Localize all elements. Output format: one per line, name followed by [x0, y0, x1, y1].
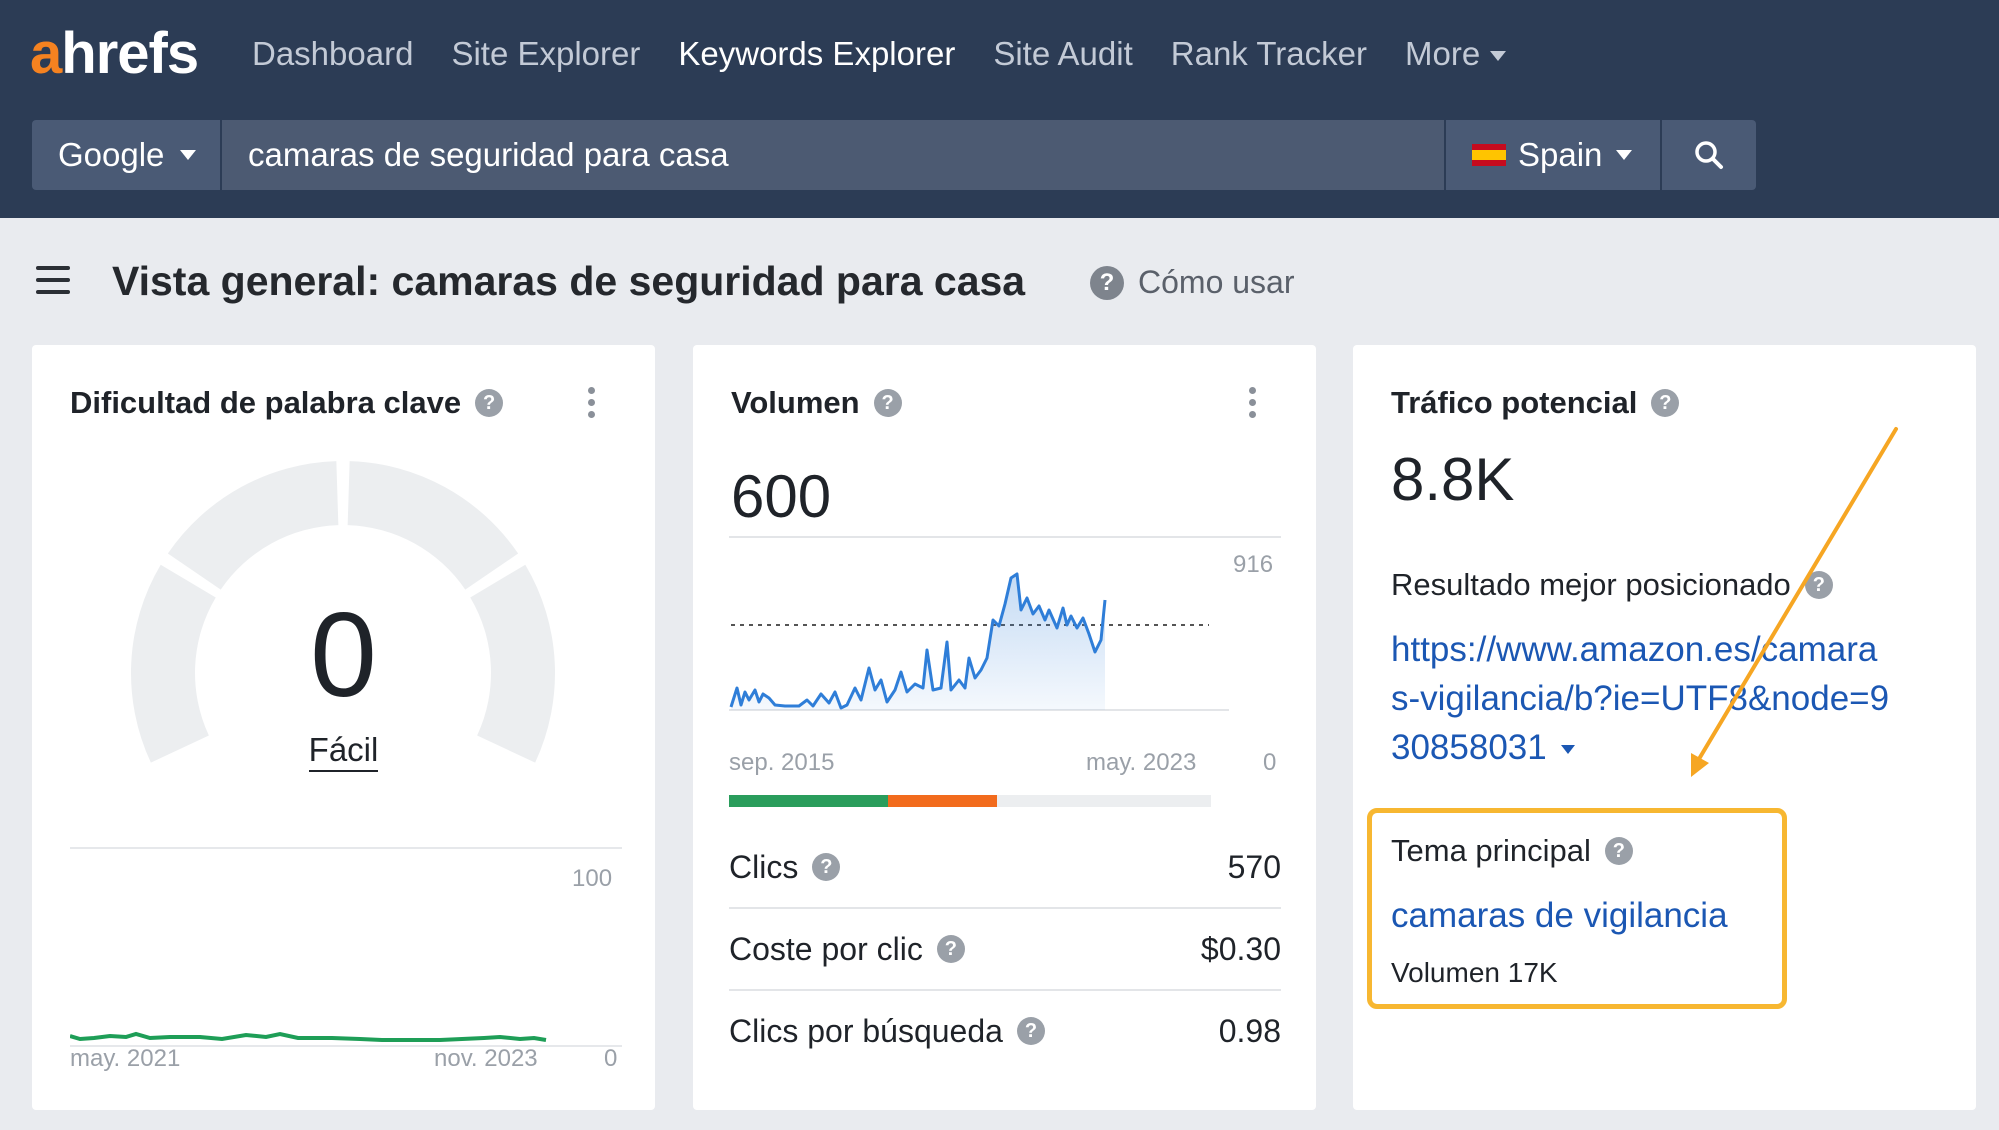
menu-icon[interactable]	[36, 266, 70, 294]
split-bar-segment	[888, 795, 997, 807]
cpc-label: Coste por clic	[729, 930, 923, 967]
volume-chart-x-start: sep. 2015	[729, 749, 835, 776]
kd-chart-ymax: 100	[572, 865, 613, 892]
volume-chart-top-line	[729, 536, 1281, 538]
clicks-per-search-value: 0.98	[1218, 1012, 1281, 1049]
volume-card: Volumen ? 600 916 sep. 2015 may. 2023 0 …	[693, 345, 1316, 1110]
nav-rank-tracker[interactable]: Rank Tracker	[1171, 30, 1367, 78]
kd-rating-label: Fácil	[32, 731, 655, 772]
volume-area	[731, 574, 1105, 710]
kd-chart-x-start: may. 2021	[70, 1045, 181, 1072]
keyword-difficulty-card: Dificultad de palabra clave ? 0 Fácil 10…	[32, 345, 655, 1110]
help-icon[interactable]: ?	[812, 853, 841, 881]
volume-chart-x-end: may. 2023	[1086, 749, 1197, 776]
logo-wordmark: hrefs	[61, 21, 199, 86]
gauge-segment	[167, 461, 339, 590]
nav-dashboard[interactable]: Dashboard	[252, 30, 413, 78]
country-select[interactable]: Spain	[1446, 120, 1660, 190]
keyword-input[interactable]: camaras de seguridad para casa	[222, 120, 1444, 190]
kd-chart-x-end: nov. 2023	[434, 1045, 538, 1072]
clicks-per-search-label: Clics por búsqueda	[729, 1012, 1003, 1049]
split-bar-segment	[729, 795, 889, 807]
search-engine-select[interactable]: Google	[32, 120, 220, 190]
more-options-icon[interactable]	[1249, 387, 1257, 423]
clicks-split-bar	[729, 795, 1211, 807]
ahrefs-logo[interactable]: ahrefs	[30, 18, 199, 90]
nav-keywords-explorer[interactable]: Keywords Explorer	[678, 30, 955, 78]
clicks-label: Clics	[729, 848, 799, 885]
kd-chart-ymin: 0	[604, 1045, 618, 1072]
kd-history-line	[70, 1031, 547, 1042]
spain-flag-icon	[1472, 144, 1506, 166]
clicks-row: Clics? 570	[729, 826, 1281, 908]
main-nav: Dashboard Site Explorer Keywords Explore…	[252, 30, 1507, 78]
cpc-value: $0.30	[1200, 930, 1281, 967]
help-icon[interactable]: ?	[936, 935, 965, 963]
volume-chart-ymin: 0	[1263, 749, 1277, 776]
logo-accent-letter: a	[30, 21, 62, 86]
nav-site-audit[interactable]: Site Audit	[993, 30, 1132, 78]
nav-site-explorer[interactable]: Site Explorer	[451, 30, 640, 78]
chevron-down-icon	[180, 150, 197, 160]
kd-rating-text: Fácil	[308, 731, 379, 772]
top-navigation-bar: ahrefs Dashboard Site Explorer Keywords …	[0, 0, 1999, 218]
kd-chart-top-line	[70, 847, 622, 849]
volume-title-text: Volumen	[731, 385, 860, 420]
help-icon[interactable]: ?	[873, 389, 902, 417]
how-to-link[interactable]: ? Cómo usar	[1090, 264, 1295, 301]
help-icon: ?	[1090, 265, 1124, 300]
volume-chart-ymax: 916	[1233, 551, 1274, 578]
chevron-down-icon	[1616, 150, 1633, 160]
annotation-arrow	[1691, 427, 1898, 777]
search-button[interactable]	[1662, 120, 1756, 190]
volume-card-title: Volumen ?	[731, 385, 902, 421]
country-label: Spain	[1518, 136, 1603, 173]
traffic-potential-card: Tráfico potencial ? 8.8K Resultado mejor…	[1353, 345, 1976, 1110]
how-to-label: Cómo usar	[1138, 264, 1295, 300]
keyword-search-bar: Google camaras de seguridad para casa Sp…	[32, 120, 1756, 190]
chevron-down-icon	[1490, 51, 1507, 62]
search-icon	[1695, 141, 1723, 169]
clicks-per-search-row: Clics por búsqueda? 0.98	[729, 990, 1281, 1072]
cpc-row: Coste por clic? $0.30	[729, 908, 1281, 990]
search-engine-label: Google	[58, 136, 165, 173]
kd-score: 0	[310, 588, 377, 722]
help-icon[interactable]: ?	[1016, 1017, 1045, 1045]
nav-more[interactable]: More	[1405, 30, 1507, 78]
volume-history-chart	[729, 572, 1229, 711]
clicks-value: 570	[1227, 848, 1281, 885]
search-volume-value: 600	[731, 463, 832, 530]
gauge-segment	[347, 461, 519, 590]
split-bar-segment	[996, 795, 1211, 807]
page-title: Vista general: camaras de seguridad para…	[112, 258, 1026, 304]
nav-more-label: More	[1405, 35, 1481, 72]
